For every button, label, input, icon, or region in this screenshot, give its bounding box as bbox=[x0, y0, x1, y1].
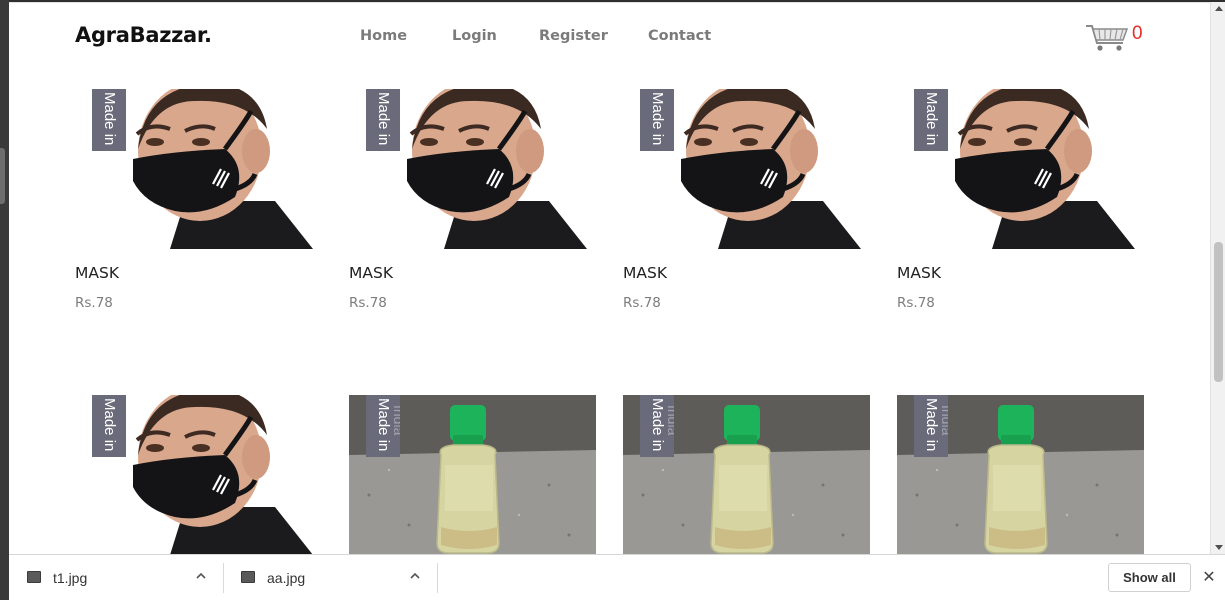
show-all-button[interactable]: Show all bbox=[1108, 563, 1191, 592]
vertical-scrollbar[interactable] bbox=[1210, 2, 1225, 554]
scroll-down-icon[interactable] bbox=[1215, 545, 1223, 550]
product-price: Rs.78 bbox=[897, 295, 935, 311]
product-price: Rs.78 bbox=[75, 295, 113, 311]
cart-count-badge[interactable]: 0 bbox=[1132, 23, 1143, 45]
product-name[interactable]: MASK bbox=[623, 264, 667, 282]
made-in-badge: Made in India bbox=[914, 395, 948, 457]
badge-label-faint: India bbox=[939, 405, 948, 436]
cart-icon[interactable] bbox=[1085, 23, 1129, 53]
made-in-badge: Made in bbox=[92, 395, 126, 457]
product-name[interactable]: MASK bbox=[349, 264, 393, 282]
made-in-badge: Made in India bbox=[640, 395, 674, 457]
download-item[interactable]: aa.jpg bbox=[223, 555, 437, 601]
site-logo[interactable]: AgraBazzar. bbox=[75, 23, 212, 47]
product-name[interactable]: MASK bbox=[897, 264, 941, 282]
made-in-badge: Made in bbox=[640, 89, 674, 151]
nav-home-link[interactable]: Home bbox=[360, 28, 407, 44]
badge-label: Made in bbox=[923, 92, 940, 146]
chevron-up-icon[interactable] bbox=[409, 570, 421, 582]
scroll-up-icon[interactable] bbox=[1215, 6, 1223, 11]
made-in-badge: Made in bbox=[914, 89, 948, 151]
product-name[interactable]: MASK bbox=[75, 264, 119, 282]
nav-register-link[interactable]: Register bbox=[539, 28, 608, 44]
edge-handle bbox=[0, 148, 5, 204]
badge-label-faint: India bbox=[391, 405, 400, 436]
badge-label: Made in bbox=[101, 92, 118, 146]
badge-label: Made in bbox=[649, 92, 666, 146]
made-in-badge: Made in bbox=[366, 89, 400, 151]
download-item[interactable]: t1.jpg bbox=[9, 555, 223, 601]
close-icon[interactable]: ✕ bbox=[1201, 567, 1217, 587]
download-shelf: t1.jpg aa.jpg Show all ✕ bbox=[9, 554, 1225, 600]
badge-label: Made in bbox=[101, 398, 118, 452]
download-filename: aa.jpg bbox=[267, 570, 306, 586]
product-price: Rs.78 bbox=[623, 295, 661, 311]
browser-viewport: AgraBazzar. Home Login Register Contact … bbox=[9, 2, 1225, 554]
nav-login-link[interactable]: Login bbox=[452, 28, 497, 44]
image-file-icon bbox=[241, 571, 255, 583]
badge-label: Made in bbox=[375, 92, 392, 146]
badge-label-faint: India bbox=[665, 405, 674, 436]
made-in-badge: Made in India bbox=[366, 395, 400, 457]
nav-contact-link[interactable]: Contact bbox=[648, 28, 711, 44]
image-file-icon bbox=[27, 571, 41, 583]
chevron-up-icon[interactable] bbox=[195, 570, 207, 582]
divider bbox=[437, 563, 438, 593]
desktop-edge bbox=[0, 0, 9, 600]
product-price: Rs.78 bbox=[349, 295, 387, 311]
scrollbar-thumb[interactable] bbox=[1214, 242, 1223, 382]
made-in-badge: Made in bbox=[92, 89, 126, 151]
screen: AgraBazzar. Home Login Register Contact … bbox=[0, 0, 1225, 600]
download-filename: t1.jpg bbox=[53, 570, 88, 586]
